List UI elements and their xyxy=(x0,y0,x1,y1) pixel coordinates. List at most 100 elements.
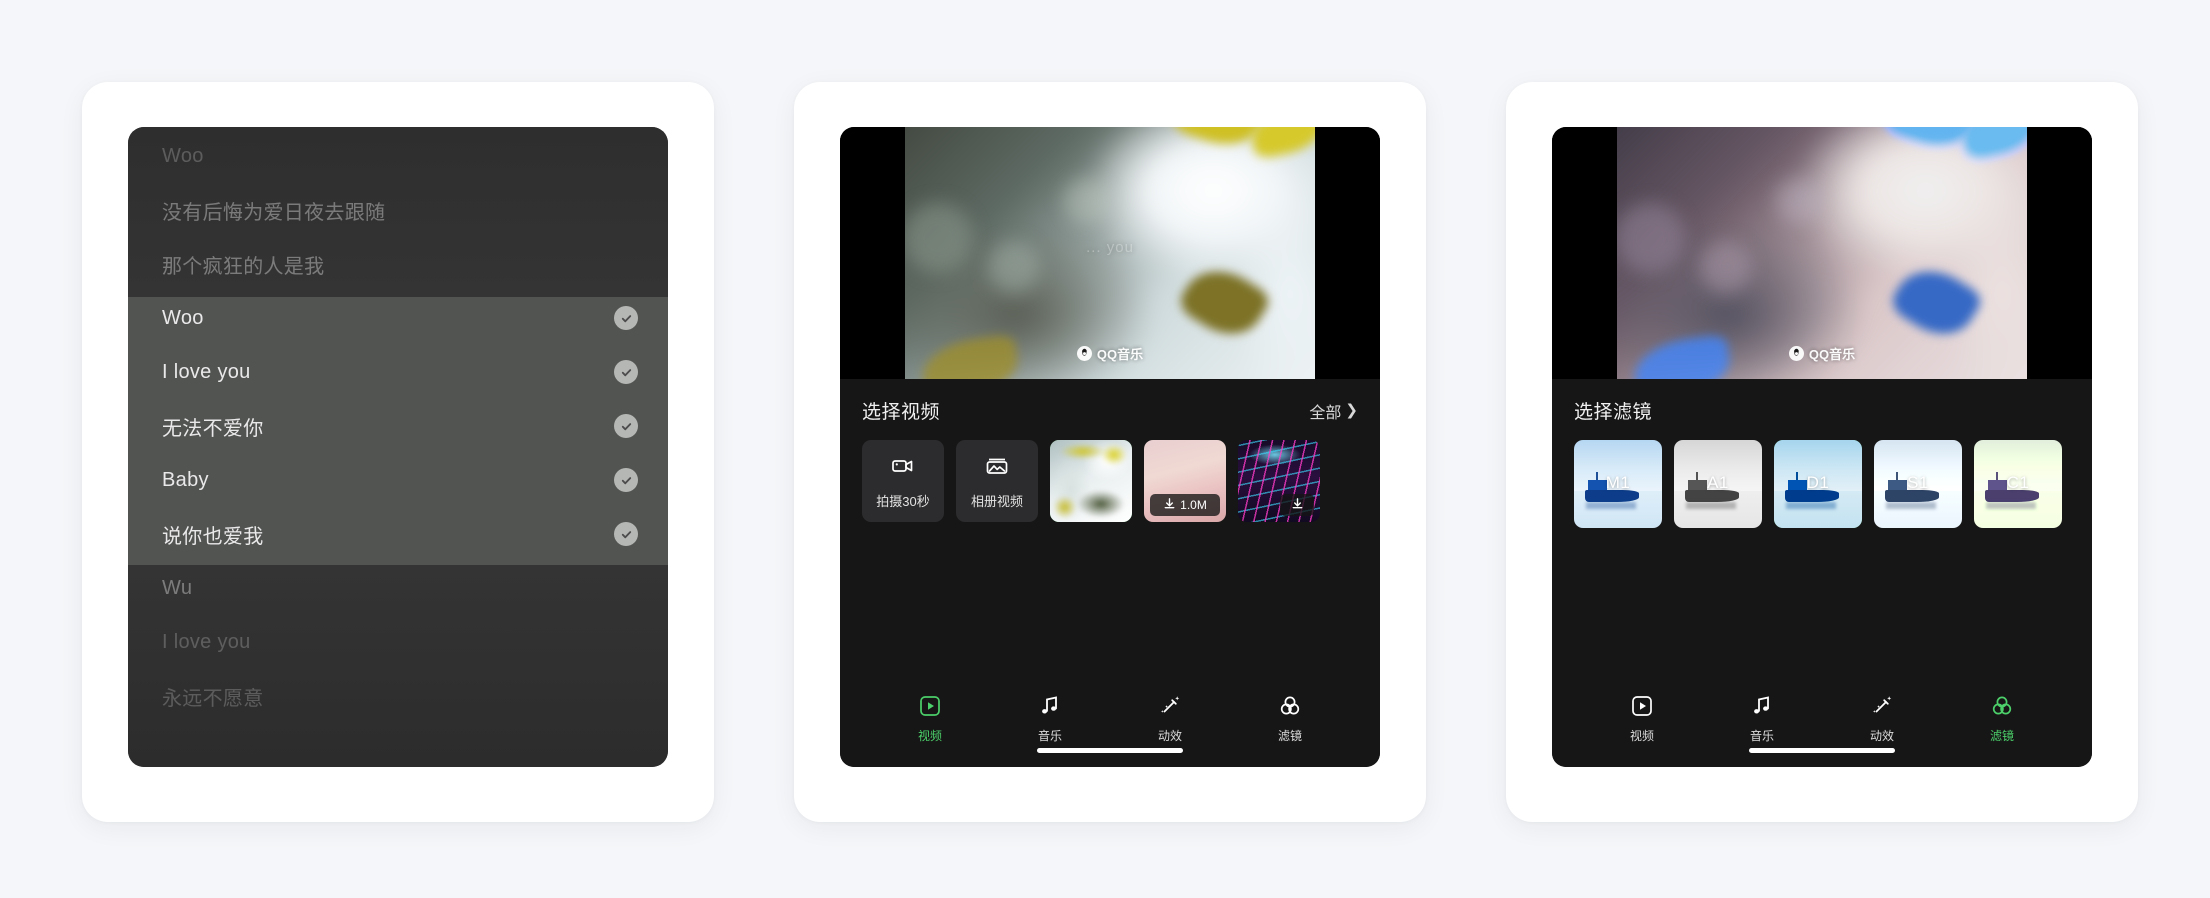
lyric-row[interactable]: I love you xyxy=(128,345,668,399)
phone-screen-video: ... you QQ音乐 选择视频 全部 ❯ 拍摄30秒 相册视频 1.0M 视… xyxy=(840,127,1380,767)
lyric-text: I love you xyxy=(162,630,251,653)
download-badge[interactable]: 1.0M xyxy=(1150,494,1220,516)
lyric-row[interactable]: Woo xyxy=(128,291,668,345)
lyric-row[interactable]: 没有后悔为爱日夜去跟随 xyxy=(128,183,668,237)
tab-音乐[interactable]: 音乐 xyxy=(990,693,1110,744)
select-filter-card: QQ音乐 选择滤镜 M1 A1 D1 S1 C1 视频 音乐 动效 滤镜 xyxy=(1506,82,2138,822)
screenshot-stage: Woo 没有后悔为爱日夜去跟随 那个疯狂的人是我 Woo I love you 无法不爱你… xyxy=(0,0,2210,898)
lyric-text: Woo xyxy=(162,306,204,329)
download-badge[interactable] xyxy=(1280,494,1314,516)
video-thumbnail-tile[interactable] xyxy=(1050,440,1132,522)
check-circle-icon[interactable] xyxy=(614,360,638,384)
lyric-text: 那个疯狂的人是我 xyxy=(162,255,325,278)
filter-label: D1 xyxy=(1806,473,1830,493)
check-circle-icon[interactable] xyxy=(614,522,638,546)
video-action-label: 相册视频 xyxy=(970,493,1023,509)
preview-lyric-overlay: ... you xyxy=(1086,239,1134,256)
select-filter-title: 选择滤镜 xyxy=(1574,402,1653,423)
phone-screen-filter: QQ音乐 选择滤镜 M1 A1 D1 S1 C1 视频 音乐 动效 滤镜 xyxy=(1552,127,2092,767)
tab-label: 音乐 xyxy=(1749,729,1774,743)
lyric-row[interactable]: 那个疯狂的人是我 xyxy=(128,237,668,291)
filter-tile[interactable]: C1 xyxy=(1974,440,2062,528)
filter-label: C1 xyxy=(2006,473,2030,493)
lyric-row[interactable]: Baby xyxy=(128,453,668,507)
bottom-tab-bar-filter[interactable]: 视频 音乐 动效 滤镜 xyxy=(1552,675,2092,767)
lyric-row[interactable]: I love you xyxy=(128,615,668,669)
lyric-text: 无法不爱你 xyxy=(162,417,264,440)
lyric-text: Wu xyxy=(162,576,193,599)
tab-音乐[interactable]: 音乐 xyxy=(1702,693,1822,744)
filter-thumbnail-strip[interactable]: M1 A1 D1 S1 C1 xyxy=(1552,424,2092,528)
tab-label: 滤镜 xyxy=(1989,729,2014,743)
lyric-selection-card: Woo 没有后悔为爱日夜去跟随 那个疯狂的人是我 Woo I love you 无法不爱你… xyxy=(82,82,714,822)
view-all-button[interactable]: 全部 ❯ xyxy=(1309,399,1358,423)
check-circle-icon[interactable] xyxy=(614,306,638,330)
lyric-row[interactable]: Woo xyxy=(128,129,668,183)
video-sheet-header: 选择视频 全部 ❯ xyxy=(840,379,1380,424)
qq-music-logo-icon xyxy=(1076,346,1092,361)
filter-circles-icon xyxy=(1277,693,1303,719)
video-thumbnail-strip[interactable]: 拍摄30秒 相册视频 1.0M xyxy=(840,424,1380,522)
tab-动效[interactable]: 动效 xyxy=(1822,693,1942,744)
tab-label: 滤镜 xyxy=(1277,729,1302,743)
filter-circles-icon xyxy=(1989,693,2015,719)
video-thumbnail-tile[interactable]: 1.0M xyxy=(1144,440,1226,522)
filter-tile[interactable]: S1 xyxy=(1874,440,1962,528)
preview-watermark: QQ音乐 xyxy=(905,344,1315,363)
check-circle-icon[interactable] xyxy=(614,468,638,492)
tab-视频[interactable]: 视频 xyxy=(1582,693,1702,744)
tab-label: 动效 xyxy=(1157,729,1182,743)
filter-label: S1 xyxy=(1907,473,1929,493)
video-preview[interactable]: ... you QQ音乐 xyxy=(840,127,1380,379)
filter-tile[interactable]: D1 xyxy=(1774,440,1862,528)
filter-label: A1 xyxy=(1707,473,1729,493)
lyric-text: 永远不愿意 xyxy=(162,687,264,710)
watermark-text: QQ音乐 xyxy=(1808,347,1856,362)
home-indicator xyxy=(1037,748,1183,753)
filter-label: M1 xyxy=(1605,473,1631,493)
lyric-row[interactable]: 说你也爱我 xyxy=(128,507,668,561)
tab-滤镜[interactable]: 滤镜 xyxy=(1942,693,2062,744)
video-action-tile[interactable]: 相册视频 xyxy=(956,440,1038,522)
download-icon xyxy=(1291,497,1304,513)
filter-tile[interactable]: M1 xyxy=(1574,440,1662,528)
filter-preview-watermark: QQ音乐 xyxy=(1617,344,2027,363)
video-preview-inner: ... you QQ音乐 xyxy=(905,127,1315,379)
select-video-card: ... you QQ音乐 选择视频 全部 ❯ 拍摄30秒 相册视频 1.0M 视… xyxy=(794,82,1426,822)
lyric-row[interactable]: 永远不愿意 xyxy=(128,669,668,723)
home-indicator xyxy=(1749,748,1895,753)
lyric-text: Baby xyxy=(162,468,209,491)
music-note-icon xyxy=(1749,693,1775,719)
filter-preview[interactable]: QQ音乐 xyxy=(1552,127,2092,379)
filter-sheet-header: 选择滤镜 xyxy=(1552,379,2092,424)
play-square-icon xyxy=(917,693,943,719)
bottom-tab-bar-video[interactable]: 视频 音乐 动效 滤镜 xyxy=(840,675,1380,767)
lyric-text: 说你也爱我 xyxy=(162,525,264,548)
view-all-label: 全部 xyxy=(1309,404,1342,422)
tab-滤镜[interactable]: 滤镜 xyxy=(1230,693,1350,744)
thumbnail-artwork xyxy=(1050,440,1132,522)
lyric-list[interactable]: Woo 没有后悔为爱日夜去跟随 那个疯狂的人是我 Woo I love you 无法不爱你… xyxy=(128,127,668,767)
video-camera-icon xyxy=(890,453,916,484)
lyric-row[interactable]: 无法不爱你 xyxy=(128,399,668,453)
video-action-label: 拍摄30秒 xyxy=(876,493,930,509)
lyric-text: 没有后悔为爱日夜去跟随 xyxy=(162,201,386,224)
tab-label: 动效 xyxy=(1869,729,1894,743)
tab-动效[interactable]: 动效 xyxy=(1110,693,1230,744)
lyric-row[interactable]: Wu xyxy=(128,561,668,615)
magic-wand-icon xyxy=(1157,693,1183,719)
download-icon xyxy=(1163,497,1176,513)
magic-wand-icon xyxy=(1869,693,1895,719)
tab-label: 视频 xyxy=(1629,729,1654,743)
select-video-title: 选择视频 xyxy=(862,402,941,423)
video-action-tile[interactable]: 拍摄30秒 xyxy=(862,440,944,522)
tab-视频[interactable]: 视频 xyxy=(870,693,990,744)
video-thumbnail-tile[interactable] xyxy=(1238,440,1320,522)
lyric-text: Woo xyxy=(162,144,204,167)
play-square-icon xyxy=(1629,693,1655,719)
check-circle-icon[interactable] xyxy=(614,414,638,438)
filter-tile[interactable]: A1 xyxy=(1674,440,1762,528)
chevron-right-icon: ❯ xyxy=(1345,402,1358,419)
lyric-text: I love you xyxy=(162,360,251,383)
download-size-label: 1.0M xyxy=(1180,498,1207,512)
